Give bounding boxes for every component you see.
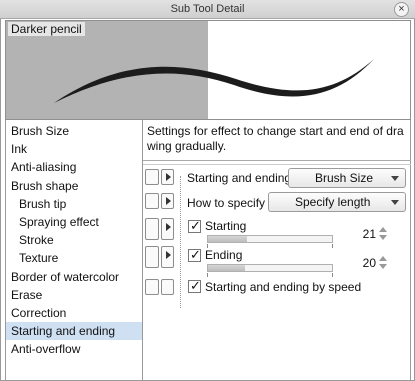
starting-checkbox[interactable]: ✓ bbox=[188, 218, 201, 233]
settings-panel: Settings for effect to change start and … bbox=[143, 120, 411, 381]
sidebar-item-brush-shape[interactable]: Brush shape bbox=[6, 177, 142, 195]
divider bbox=[143, 164, 411, 165]
starting-and-ending-label: Starting and ending bbox=[187, 171, 292, 185]
starting-and-ending-dropdown[interactable]: Brush Size bbox=[288, 168, 406, 188]
show-in-tool-property-toggle[interactable] bbox=[145, 218, 159, 240]
slider-fill bbox=[208, 236, 248, 242]
checkmark-icon: ✓ bbox=[190, 218, 201, 233]
ending-slider[interactable] bbox=[207, 264, 333, 272]
slider-tick bbox=[332, 273, 333, 277]
slider-fill bbox=[208, 265, 246, 271]
dropdown-value: Brush Size bbox=[315, 171, 374, 185]
ending-checkbox[interactable]: ✓ bbox=[188, 247, 201, 262]
expand-arrow-icon[interactable] bbox=[161, 218, 174, 240]
sidebar-item-brush-size[interactable]: Brush Size bbox=[6, 122, 142, 140]
sidebar-item-texture[interactable]: Texture bbox=[6, 249, 142, 267]
how-to-specify-label: How to specify bbox=[187, 196, 266, 210]
starting-spinner[interactable] bbox=[378, 227, 388, 241]
sidebar-item-anti-aliasing[interactable]: Anti-aliasing bbox=[6, 158, 142, 176]
checkmark-icon: ✓ bbox=[190, 247, 201, 262]
expand-arrow-icon[interactable] bbox=[161, 169, 174, 185]
sidebar-item-anti-overflow[interactable]: Anti-overflow bbox=[6, 340, 142, 358]
ending-spinner[interactable] bbox=[378, 256, 388, 270]
how-to-specify-dropdown[interactable]: Specify length bbox=[268, 192, 406, 212]
slider-tick bbox=[207, 273, 208, 277]
sidebar-item-border-of-watercolor[interactable]: Border of watercolor bbox=[6, 268, 142, 286]
checkmark-icon: ✓ bbox=[190, 278, 201, 293]
settings-description: Settings for effect to change start and … bbox=[147, 124, 404, 153]
sidebar-item-stroke[interactable]: Stroke bbox=[6, 231, 142, 249]
show-in-tool-property-toggle[interactable] bbox=[145, 246, 159, 268]
ending-label: Ending bbox=[205, 248, 243, 262]
sidebar-item-starting-and-ending[interactable]: Starting and ending bbox=[6, 322, 142, 341]
divider bbox=[143, 160, 411, 161]
show-in-tool-property-toggle[interactable] bbox=[145, 193, 159, 209]
starting-slider[interactable] bbox=[207, 235, 333, 243]
expand-arrow-icon[interactable] bbox=[161, 193, 174, 209]
show-in-tool-property-toggle[interactable] bbox=[145, 279, 159, 295]
starting-and-ending-by-speed-label: Starting and ending by speed bbox=[205, 280, 362, 294]
starting-label: Starting bbox=[205, 219, 247, 233]
show-in-tool-property-toggle[interactable] bbox=[161, 279, 174, 295]
starting-and-ending-by-speed-checkbox[interactable]: ✓ bbox=[188, 278, 201, 293]
chevron-down-icon bbox=[391, 176, 399, 181]
window-title: Sub Tool Detail bbox=[170, 3, 245, 15]
title-bar: Sub Tool Detail × bbox=[0, 0, 415, 19]
stroke-shape bbox=[54, 59, 374, 103]
sidebar-item-ink[interactable]: Ink bbox=[6, 140, 142, 158]
show-in-tool-property-toggle[interactable] bbox=[145, 169, 159, 185]
slider-tick bbox=[332, 244, 333, 248]
starting-value[interactable]: 21 bbox=[356, 227, 376, 241]
sidebar-item-spraying-effect[interactable]: Spraying effect bbox=[6, 213, 142, 231]
expand-arrow-icon[interactable] bbox=[161, 246, 174, 268]
dialog-body: Darker pencil Brush Size Ink Anti-aliasi… bbox=[0, 19, 415, 381]
brush-preview: Darker pencil bbox=[5, 20, 411, 120]
ending-value[interactable]: 20 bbox=[356, 256, 376, 270]
tree-connector bbox=[180, 176, 181, 308]
close-button[interactable]: × bbox=[394, 2, 409, 17]
category-list: Brush Size Ink Anti-aliasing Brush shape… bbox=[5, 120, 143, 381]
sidebar-item-erase[interactable]: Erase bbox=[6, 286, 142, 304]
preview-tool-name: Darker pencil bbox=[8, 22, 85, 36]
chevron-down-icon bbox=[391, 200, 399, 205]
sidebar-item-brush-tip[interactable]: Brush tip bbox=[6, 195, 142, 213]
sidebar-item-correction[interactable]: Correction bbox=[6, 304, 142, 322]
dropdown-value: Specify length bbox=[295, 195, 371, 209]
